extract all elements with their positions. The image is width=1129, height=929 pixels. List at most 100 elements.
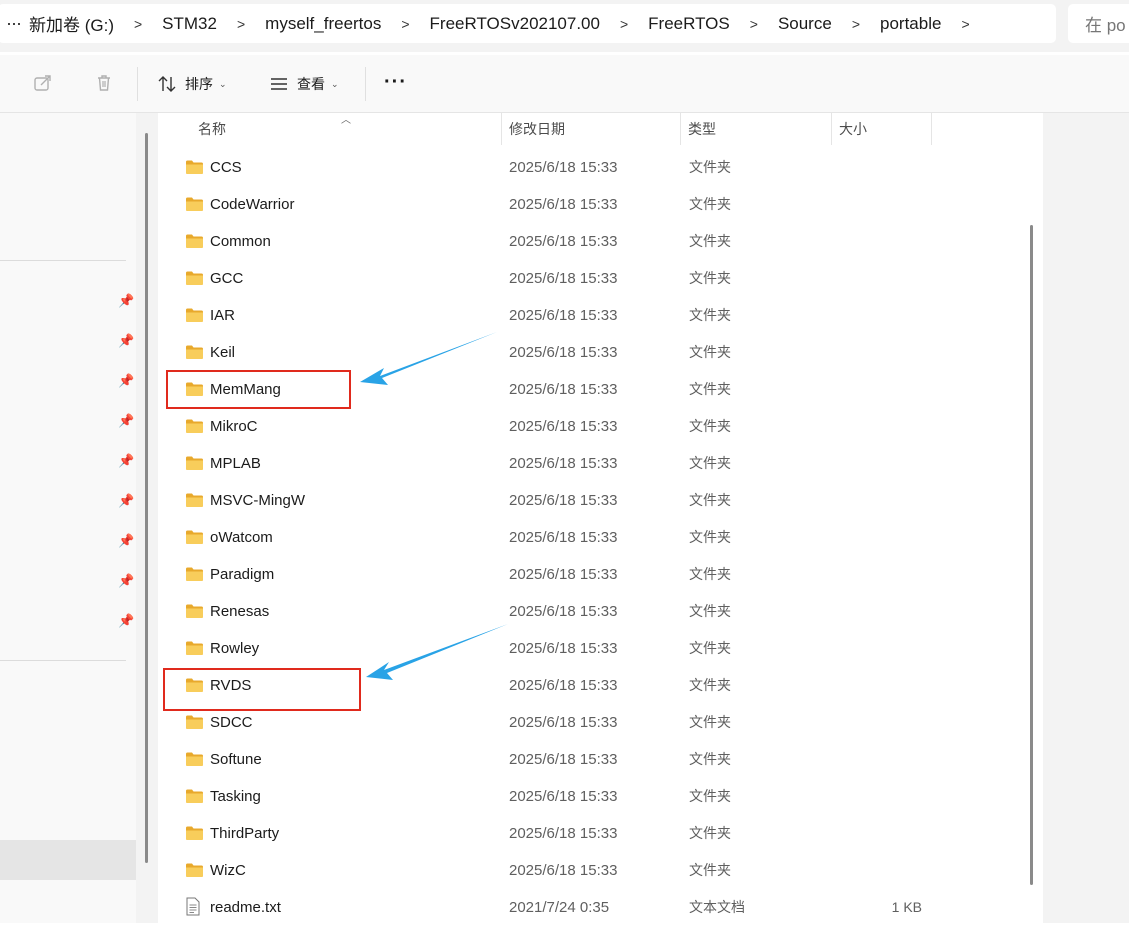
breadcrumb-freertos-version[interactable]: FreeRTOSv202107.00 (428, 14, 602, 34)
pin-icon[interactable]: 📌 (118, 413, 134, 429)
pin-icon[interactable]: 📌 (118, 293, 134, 309)
breadcrumb-overflow-button[interactable]: ··· (0, 13, 27, 34)
file-modified-date: 2025/6/18 15:33 (509, 455, 618, 472)
file-row[interactable]: MPLAB 2025/6/18 15:33 文件夹 (158, 445, 1028, 482)
column-divider[interactable] (931, 113, 932, 145)
file-row[interactable]: Keil 2025/6/18 15:33 文件夹 (158, 334, 1028, 371)
view-button[interactable]: 查看 ⌄ (269, 71, 339, 97)
file-type: 文件夹 (689, 492, 731, 508)
file-row[interactable]: oWatcom 2025/6/18 15:33 文件夹 (158, 519, 1028, 556)
file-type: 文件夹 (689, 196, 731, 212)
folder-icon (185, 455, 204, 476)
file-row[interactable]: ThirdParty 2025/6/18 15:33 文件夹 (158, 815, 1028, 852)
chevron-right-icon[interactable]: > (116, 16, 160, 32)
more-options-button[interactable]: ··· (384, 71, 407, 94)
file-name: oWatcom (210, 529, 273, 546)
file-modified-date: 2025/6/18 15:33 (509, 381, 618, 398)
file-type: 文件夹 (689, 233, 731, 249)
file-row[interactable]: MikroC 2025/6/18 15:33 文件夹 (158, 408, 1028, 445)
chevron-down-icon: ⌄ (331, 78, 339, 89)
file-name: MPLAB (210, 455, 261, 472)
text-file-icon (185, 897, 201, 921)
highlight-box-memmang (166, 370, 351, 409)
file-type: 文件夹 (689, 603, 731, 619)
folder-icon (185, 307, 204, 328)
file-size: 1 KB (891, 899, 922, 915)
breadcrumb-freertos[interactable]: FreeRTOS (646, 14, 732, 34)
folder-icon (185, 714, 204, 735)
file-type: 文件夹 (689, 677, 731, 693)
chevron-right-icon[interactable]: > (834, 16, 878, 32)
file-type: 文件夹 (689, 344, 731, 360)
chevron-right-icon[interactable]: > (602, 16, 646, 32)
breadcrumb-myself-freertos[interactable]: myself_freertos (263, 14, 383, 34)
folder-icon (185, 492, 204, 513)
folder-icon (185, 418, 204, 439)
chevron-right-icon[interactable]: > (219, 16, 263, 32)
file-name: CCS (210, 159, 242, 176)
chevron-down-icon: ⌄ (219, 78, 227, 89)
breadcrumb-stm32[interactable]: STM32 (160, 14, 219, 34)
file-type: 文件夹 (689, 825, 731, 841)
address-bar[interactable]: ··· 新加卷 (G:) > STM32 > myself_freertos >… (0, 4, 1056, 43)
file-type: 文件夹 (689, 455, 731, 471)
column-header-size[interactable]: 大小 (831, 113, 931, 145)
nav-scrollbar[interactable] (145, 133, 148, 863)
file-modified-date: 2025/6/18 15:33 (509, 270, 618, 287)
sort-button[interactable]: 排序 ⌄ (157, 71, 227, 97)
file-row[interactable]: Softune 2025/6/18 15:33 文件夹 (158, 741, 1028, 778)
file-modified-date: 2025/6/18 15:33 (509, 640, 618, 657)
share-icon[interactable] (33, 73, 53, 98)
file-modified-date: 2025/6/18 15:33 (509, 825, 618, 842)
file-row[interactable]: Renesas 2025/6/18 15:33 文件夹 (158, 593, 1028, 630)
pin-icon[interactable]: 📌 (118, 493, 134, 509)
file-name: Softune (210, 751, 262, 768)
chevron-right-icon[interactable]: > (383, 16, 427, 32)
search-placeholder: 在 po (1085, 16, 1126, 35)
file-name: MikroC (210, 418, 258, 435)
breadcrumb-drive[interactable]: 新加卷 (G:) (27, 11, 116, 36)
file-row[interactable]: readme.txt 2021/7/24 0:35 文本文档 1 KB (158, 889, 1028, 926)
folder-icon (185, 788, 204, 809)
toolbar-divider (365, 67, 366, 101)
file-row[interactable]: Common 2025/6/18 15:33 文件夹 (158, 223, 1028, 260)
nav-selected-item[interactable] (0, 840, 136, 880)
file-modified-date: 2025/6/18 15:33 (509, 159, 618, 176)
file-name: GCC (210, 270, 244, 287)
file-type: 文件夹 (689, 418, 731, 434)
file-row[interactable]: MSVC-MingW 2025/6/18 15:33 文件夹 (158, 482, 1028, 519)
chevron-right-icon[interactable]: > (943, 16, 987, 32)
file-type: 文件夹 (689, 862, 731, 878)
delete-icon[interactable] (94, 73, 114, 98)
file-type: 文件夹 (689, 751, 731, 767)
file-row[interactable]: Paradigm 2025/6/18 15:33 文件夹 (158, 556, 1028, 593)
file-row[interactable]: GCC 2025/6/18 15:33 文件夹 (158, 260, 1028, 297)
file-row[interactable]: Rowley 2025/6/18 15:33 文件夹 (158, 630, 1028, 667)
pin-icon[interactable]: 📌 (118, 453, 134, 469)
file-row[interactable]: CodeWarrior 2025/6/18 15:33 文件夹 (158, 186, 1028, 223)
file-row[interactable]: WizC 2025/6/18 15:33 文件夹 (158, 852, 1028, 889)
file-name: Paradigm (210, 566, 275, 583)
file-name: Tasking (210, 788, 261, 805)
breadcrumb-portable[interactable]: portable (878, 14, 943, 34)
pin-icon[interactable]: 📌 (118, 573, 134, 589)
column-header-modified[interactable]: 修改日期 (501, 113, 681, 145)
folder-icon (185, 751, 204, 772)
column-header-type[interactable]: 类型 (680, 113, 830, 145)
file-name: IAR (210, 307, 236, 324)
file-row[interactable]: IAR 2025/6/18 15:33 文件夹 (158, 297, 1028, 334)
nav-divider (0, 660, 126, 661)
column-header-name[interactable]: 名称 (190, 113, 500, 145)
file-row[interactable]: CCS 2025/6/18 15:33 文件夹 (158, 149, 1028, 186)
pin-icon[interactable]: 📌 (118, 333, 134, 349)
pin-icon[interactable]: 📌 (118, 373, 134, 389)
breadcrumb-source[interactable]: Source (776, 14, 834, 34)
search-input[interactable]: 在 po (1068, 4, 1129, 43)
navigation-pane: 📌 📌 📌 📌 📌 📌 📌 📌 📌 (0, 113, 136, 923)
file-list-scrollbar[interactable] (1030, 225, 1033, 885)
pin-icon[interactable]: 📌 (118, 533, 134, 549)
chevron-right-icon[interactable]: > (732, 16, 776, 32)
pin-icon[interactable]: 📌 (118, 613, 134, 629)
file-row[interactable]: Tasking 2025/6/18 15:33 文件夹 (158, 778, 1028, 815)
toolbar-divider (137, 67, 138, 101)
